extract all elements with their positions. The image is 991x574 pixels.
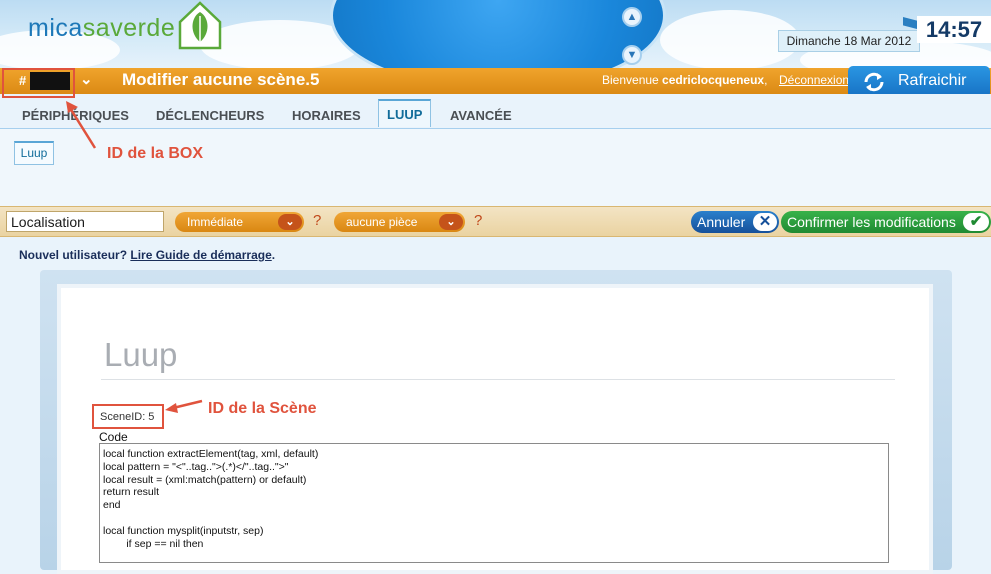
scene-action-bar: Immédiate ⌄ ? aucune pièce ⌄ ? Annuler ✕… xyxy=(0,206,991,237)
tab-luup[interactable]: LUUP xyxy=(378,99,432,127)
panel-title: Luup xyxy=(104,336,178,373)
location-input[interactable] xyxy=(6,211,164,232)
new-user-prefix: Nouvel utilisateur? xyxy=(19,248,131,262)
mode-select[interactable]: Immédiate ⌄ xyxy=(175,212,304,232)
sub-tab-panel xyxy=(0,129,991,206)
code-line: end xyxy=(103,499,121,512)
scene-id: SceneID: 5 xyxy=(100,411,155,423)
code-line: local function mysplit(inputstr, sep) xyxy=(103,524,264,537)
welcome-prefix: Bienvenue xyxy=(602,73,663,87)
confirm-button[interactable]: Confirmer les modifications ✔ xyxy=(781,211,991,233)
subtab-luup[interactable]: Luup xyxy=(14,141,54,165)
flag-icon xyxy=(903,17,917,29)
tab-avancee[interactable]: AVANCÉE xyxy=(450,108,512,123)
room-select[interactable]: aucune pièce ⌄ xyxy=(334,212,465,232)
page-title: Modifier aucune scène.5 xyxy=(122,70,320,89)
logo-text-part2: saverde xyxy=(82,14,176,42)
code-line: return result xyxy=(103,486,160,499)
code-editor[interactable]: local function extractElement(tag, xml, … xyxy=(99,443,889,563)
username: cedriclocqueneux xyxy=(662,73,765,87)
tab-declencheurs[interactable]: DÉCLENCHEURS xyxy=(156,108,264,123)
code-label: Code xyxy=(99,430,128,444)
annotation-box-id: ID de la BOX xyxy=(107,145,204,162)
date-display: Dimanche 18 Mar 2012 xyxy=(778,30,920,52)
code-line: if sep == nil then xyxy=(103,537,204,550)
code-line: local pattern = "<"..tag..">(.*)</"..tag… xyxy=(103,460,289,473)
scroll-up-icon[interactable]: ▲ xyxy=(622,7,642,27)
welcome-suffix: , xyxy=(764,73,768,87)
new-user-notice: Nouvel utilisateur? Lire Guide de démarr… xyxy=(19,248,275,262)
app-header: micasaverde ▲ ▼ Dimanche 18 Mar 2012 14:… xyxy=(0,0,991,68)
room-select-value: aucune pièce xyxy=(346,215,418,229)
annotation-scene-id: ID de la Scène xyxy=(208,400,317,417)
mode-dome xyxy=(330,0,666,68)
welcome-text: Bienvenue cedriclocqueneux, xyxy=(602,73,767,87)
chevron-down-icon: ⌄ xyxy=(278,214,302,230)
scroll-down-icon[interactable]: ▼ xyxy=(622,45,642,65)
close-icon: ✕ xyxy=(753,213,777,231)
scene-id-highlight: SceneID: 5 xyxy=(92,404,164,429)
refresh-label: Rafraichir xyxy=(898,72,967,89)
cancel-button[interactable]: Annuler ✕ xyxy=(691,211,779,233)
brand-logo[interactable]: micasaverde xyxy=(28,14,175,43)
cancel-label: Annuler xyxy=(697,214,746,230)
confirm-label: Confirmer les modifications xyxy=(787,214,956,230)
box-id-highlight xyxy=(2,68,75,98)
code-line: local function extractElement(tag, xml, … xyxy=(103,448,319,460)
code-line: local result = (xml:match(pattern) or de… xyxy=(103,473,307,486)
tab-horaires[interactable]: HORAIRES xyxy=(292,108,361,123)
tab-peripheriques[interactable]: PÉRIPHÉRIQUES xyxy=(22,108,129,123)
scene-title-bar: # ⌄ Modifier aucune scène.5 Bienvenue ce… xyxy=(0,68,991,94)
main-tabs: PÉRIPHÉRIQUES DÉCLENCHEURS HORAIRES LUUP… xyxy=(0,94,991,129)
check-icon: ✔ xyxy=(963,213,989,231)
help-icon[interactable]: ? xyxy=(474,212,482,229)
chevron-down-icon: ⌄ xyxy=(439,214,463,230)
chevron-down-icon[interactable]: ⌄ xyxy=(80,70,93,88)
house-leaf-icon xyxy=(178,1,222,50)
refresh-icon xyxy=(864,72,884,92)
new-user-suffix: . xyxy=(271,248,276,262)
mode-select-value: Immédiate xyxy=(187,215,244,229)
getting-started-link[interactable]: Lire Guide de démarrage xyxy=(130,248,271,262)
clock-display: 14:57 xyxy=(917,16,991,43)
logo-text-part1: mica xyxy=(28,14,83,42)
divider xyxy=(101,379,895,380)
help-icon[interactable]: ? xyxy=(313,212,321,229)
logout-link[interactable]: Déconnexion xyxy=(779,73,849,87)
